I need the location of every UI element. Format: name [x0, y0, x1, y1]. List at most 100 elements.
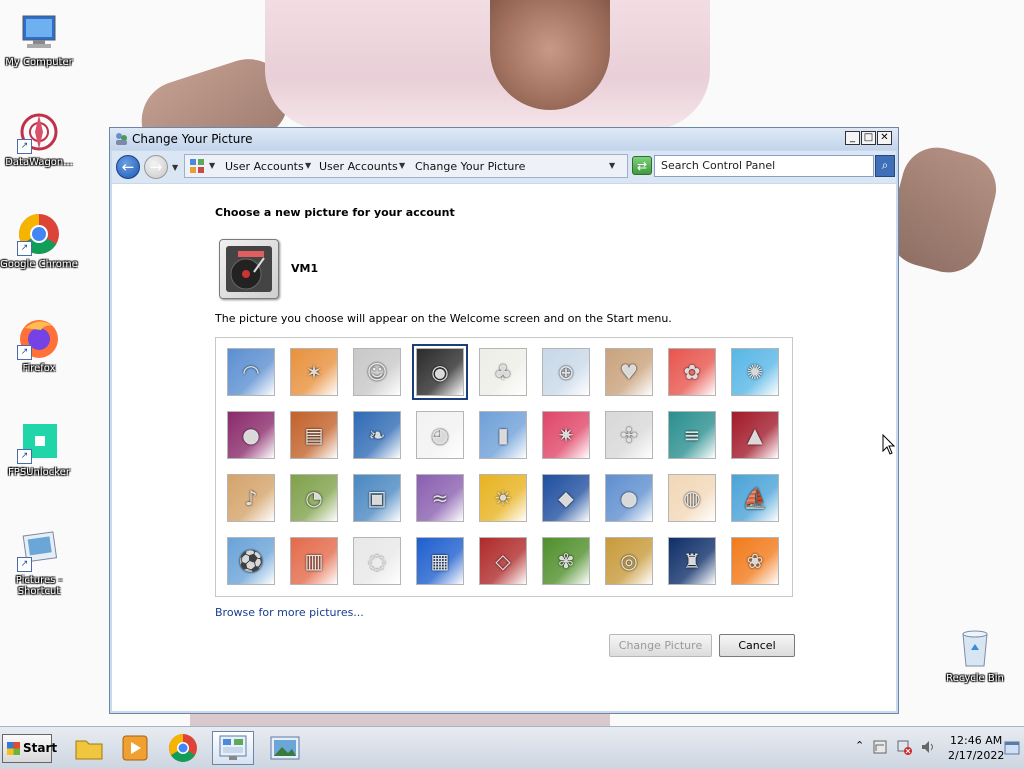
- breadcrumb-change-your-picture[interactable]: Change Your Picture: [415, 160, 525, 173]
- desktop-icon-google-chrome[interactable]: ↗ Google Chrome: [0, 212, 78, 270]
- jacks-icon: ✣: [620, 423, 638, 447]
- search-icon[interactable]: ⌕: [875, 155, 895, 177]
- media-player-taskbar-button[interactable]: [114, 731, 156, 765]
- action-center-icon[interactable]: [872, 739, 888, 755]
- picture-tile-lucky-cat[interactable]: ♣: [479, 348, 527, 396]
- maximize-button[interactable]: □: [861, 131, 876, 145]
- picture-tile-toy-robot[interactable]: ▣: [353, 474, 401, 522]
- control-panel-icon: [219, 735, 247, 760]
- picture-tile-guitar[interactable]: ♪: [227, 474, 275, 522]
- user-accounts-icon: [116, 133, 127, 145]
- desktop-icon-recycle-bin[interactable]: Recycle Bin: [936, 626, 1014, 684]
- picture-tile-record-player[interactable]: ◉: [412, 344, 468, 400]
- picture-tile-fish[interactable]: ◆: [542, 474, 590, 522]
- spiral-icon: ◎: [620, 549, 638, 573]
- minimize-button[interactable]: _: [845, 131, 860, 145]
- breadcrumb-user-accounts[interactable]: User Accounts: [225, 160, 304, 173]
- starfish-icon: ✶: [305, 360, 323, 384]
- picture-tile-flower[interactable]: ✿: [668, 348, 716, 396]
- pattern-icon: ◇: [495, 549, 511, 573]
- picture-tile-crayons[interactable]: ▮: [479, 411, 527, 459]
- fabric-icon: ▤: [304, 423, 324, 447]
- picture-tile-dog[interactable]: ◕: [416, 411, 464, 459]
- picture-tile-window[interactable]: ▦: [416, 537, 464, 585]
- change-picture-button[interactable]: Change Picture: [609, 634, 712, 657]
- media-player-icon: [122, 735, 148, 761]
- picture-tile-scarf[interactable]: ≈: [416, 474, 464, 522]
- picture-tile-spiral[interactable]: ◎: [605, 537, 653, 585]
- address-bar[interactable]: ▼ User Accounts ▼ User Accounts ▼ Change…: [184, 154, 628, 178]
- network-icon[interactable]: [896, 739, 912, 755]
- picture-tile-marbles[interactable]: ◌: [353, 537, 401, 585]
- browse-more-pictures-link[interactable]: Browse for more pictures...: [215, 606, 364, 619]
- breadcrumb-user-accounts-2[interactable]: User Accounts: [319, 160, 398, 173]
- picture-tile-fabric[interactable]: ▤: [290, 411, 338, 459]
- chevron-down-icon[interactable]: ▼: [305, 161, 311, 170]
- volume-icon[interactable]: [920, 739, 938, 755]
- picture-tile-sailboat[interactable]: ⛵: [731, 474, 779, 522]
- doll-icon: ◍: [683, 486, 701, 510]
- cancel-button[interactable]: Cancel: [719, 634, 795, 657]
- picture-tile-leaf[interactable]: ❧: [353, 411, 401, 459]
- address-history-dropdown-icon[interactable]: ▼: [609, 161, 615, 170]
- chevron-down-icon[interactable]: ▼: [209, 161, 215, 170]
- desktop-icon-my-computer[interactable]: My Computer: [0, 10, 78, 68]
- current-account-picture: [219, 239, 279, 299]
- picture-tile-pinwheel[interactable]: ✺: [731, 348, 779, 396]
- pictures-taskbar-button[interactable]: [264, 731, 306, 765]
- desktop-icon-label: FPSUnlocker: [8, 467, 70, 478]
- picture-tile-stairs[interactable]: ≡: [668, 411, 716, 459]
- picture-tile-origami-crane[interactable]: ▲: [731, 411, 779, 459]
- picture-tile-ball[interactable]: ●: [227, 411, 275, 459]
- forward-button[interactable]: →: [144, 155, 168, 179]
- picture-tile-sunflower[interactable]: ☀: [479, 474, 527, 522]
- clock-time[interactable]: 12:46 AM: [950, 734, 1002, 747]
- show-desktop-icon[interactable]: [1004, 741, 1020, 755]
- desktop-icon-firefox[interactable]: ↗ Firefox: [0, 316, 78, 374]
- picture-tile-butterfly[interactable]: ✾: [542, 537, 590, 585]
- picture-tile-gyroscope[interactable]: ⊕: [542, 348, 590, 396]
- clock-date[interactable]: 2/17/2022: [948, 749, 1004, 762]
- explorer-taskbar-button[interactable]: [68, 731, 110, 765]
- refresh-button[interactable]: ⇄: [632, 156, 652, 175]
- search-input[interactable]: Search Control Panel: [654, 155, 874, 177]
- sailboat-icon: ⛵: [742, 486, 768, 510]
- title-bar[interactable]: Change Your Picture _ □ ✕: [110, 128, 898, 150]
- start-button[interactable]: Start: [2, 734, 57, 763]
- wallpaper-shadow: [190, 712, 610, 726]
- picture-tile-hot-air-balloon[interactable]: ●: [605, 474, 653, 522]
- control-panel-icon: [190, 159, 204, 173]
- chevron-down-icon[interactable]: ▼: [399, 161, 405, 170]
- picture-tile-gerbera[interactable]: ❀: [731, 537, 779, 585]
- picture-tile-lighthouse[interactable]: ♜: [668, 537, 716, 585]
- picture-tile-starfish[interactable]: ✶: [290, 348, 338, 396]
- picture-tile-paper-star[interactable]: ✷: [542, 411, 590, 459]
- back-button[interactable]: ←: [116, 155, 140, 179]
- control-panel-taskbar-button[interactable]: [212, 731, 254, 765]
- firefox-icon: ↗: [17, 316, 61, 360]
- close-button[interactable]: ✕: [877, 131, 892, 145]
- picture-tile-soccer-ball[interactable]: ⚽: [227, 537, 275, 585]
- computer-icon: [17, 10, 61, 54]
- picture-tile-doll[interactable]: ◍: [668, 474, 716, 522]
- picture-tile-pattern[interactable]: ◇: [479, 537, 527, 585]
- navigation-bar: ← → ▼ ▼ User Accounts ▼ User Accounts ▼ …: [112, 151, 896, 183]
- page-heading: Choose a new picture for your account: [215, 206, 455, 219]
- picture-tile-pomeranian[interactable]: ◔: [290, 474, 338, 522]
- gerbera-icon: ❀: [746, 549, 764, 573]
- shortcut-arrow-icon: ↗: [17, 139, 32, 154]
- show-hidden-icons-chevron-icon[interactable]: ⌃: [855, 739, 864, 752]
- picture-tile-roller-coaster[interactable]: ◠: [227, 348, 275, 396]
- picture-tile-jacks[interactable]: ✣: [605, 411, 653, 459]
- desktop-icon-fpsunlocker[interactable]: ↗ FPSUnlocker: [0, 420, 78, 478]
- chrome-taskbar-button[interactable]: [162, 731, 204, 765]
- desktop-icon-datawagon[interactable]: ↗ DataWagon...: [0, 110, 78, 168]
- picture-tile-robot[interactable]: ☺: [353, 348, 401, 396]
- picture-tile-textile[interactable]: ▥: [290, 537, 338, 585]
- pinwheel-icon: ✺: [746, 360, 764, 384]
- recent-pages-dropdown-icon[interactable]: ▼: [172, 163, 178, 172]
- textile-icon: ▥: [304, 549, 324, 573]
- picture-tile-kitten[interactable]: ♥: [605, 348, 653, 396]
- desktop-icon-pictures-shortcut[interactable]: ↗ Pictures - Shortcut: [0, 528, 78, 597]
- origami-crane-icon: ▲: [747, 423, 763, 447]
